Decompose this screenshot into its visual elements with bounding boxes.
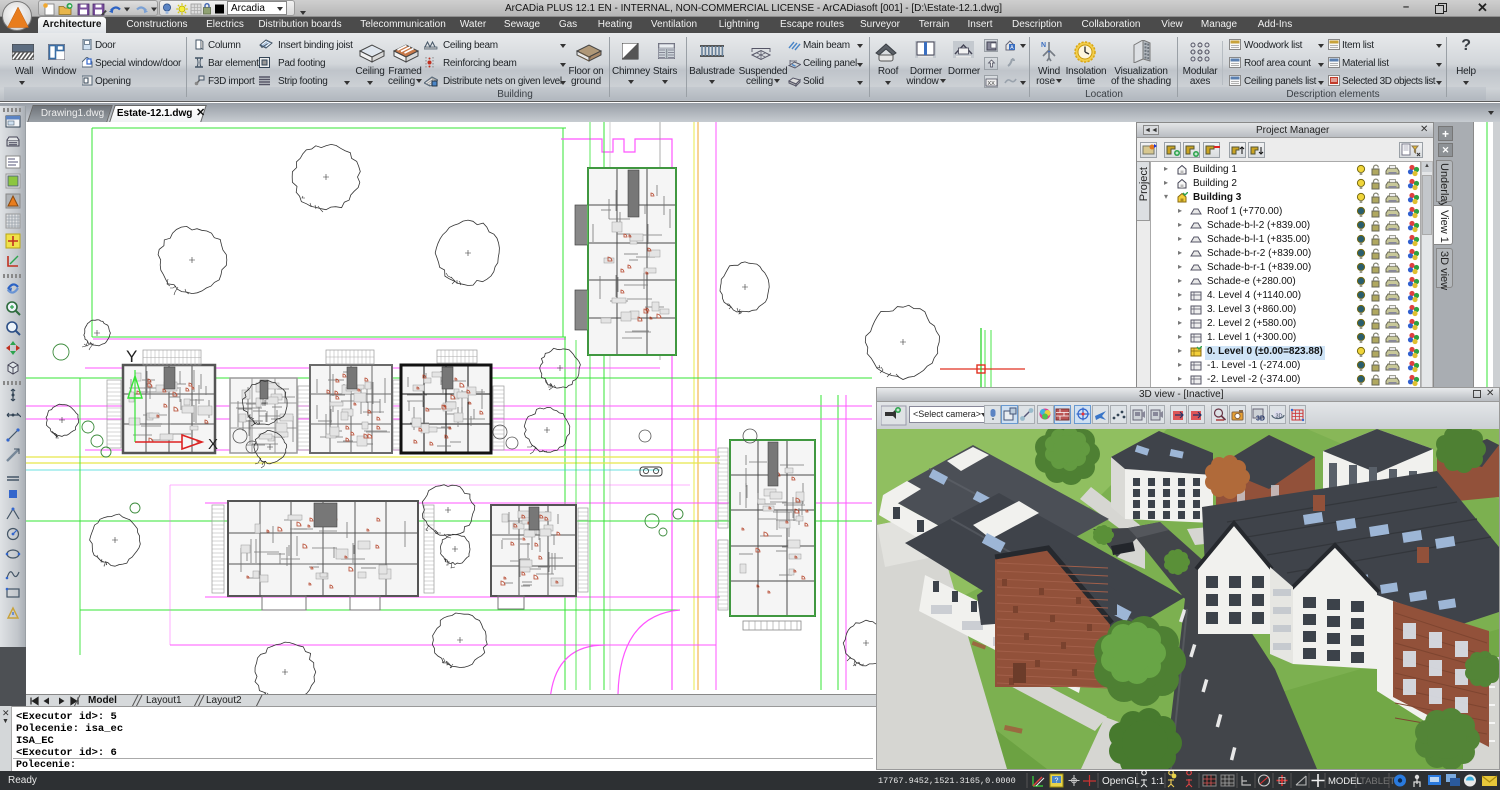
svg-text:1:1: 1:1 bbox=[1151, 776, 1164, 787]
svg-text:?: ? bbox=[1055, 778, 1059, 785]
svg-text:XX: XX bbox=[988, 81, 996, 87]
svg-text:X: X bbox=[208, 436, 218, 453]
svg-text:3D: 3D bbox=[1256, 416, 1265, 423]
svg-text:TABLET: TABLET bbox=[1360, 776, 1395, 787]
svg-text:Y: Y bbox=[126, 347, 137, 366]
svg-text:N: N bbox=[1041, 42, 1046, 49]
svg-text:MODEL: MODEL bbox=[1328, 776, 1362, 787]
svg-text:3D: 3D bbox=[1276, 414, 1283, 420]
svg-text:OpenGL: OpenGL bbox=[1102, 776, 1140, 787]
